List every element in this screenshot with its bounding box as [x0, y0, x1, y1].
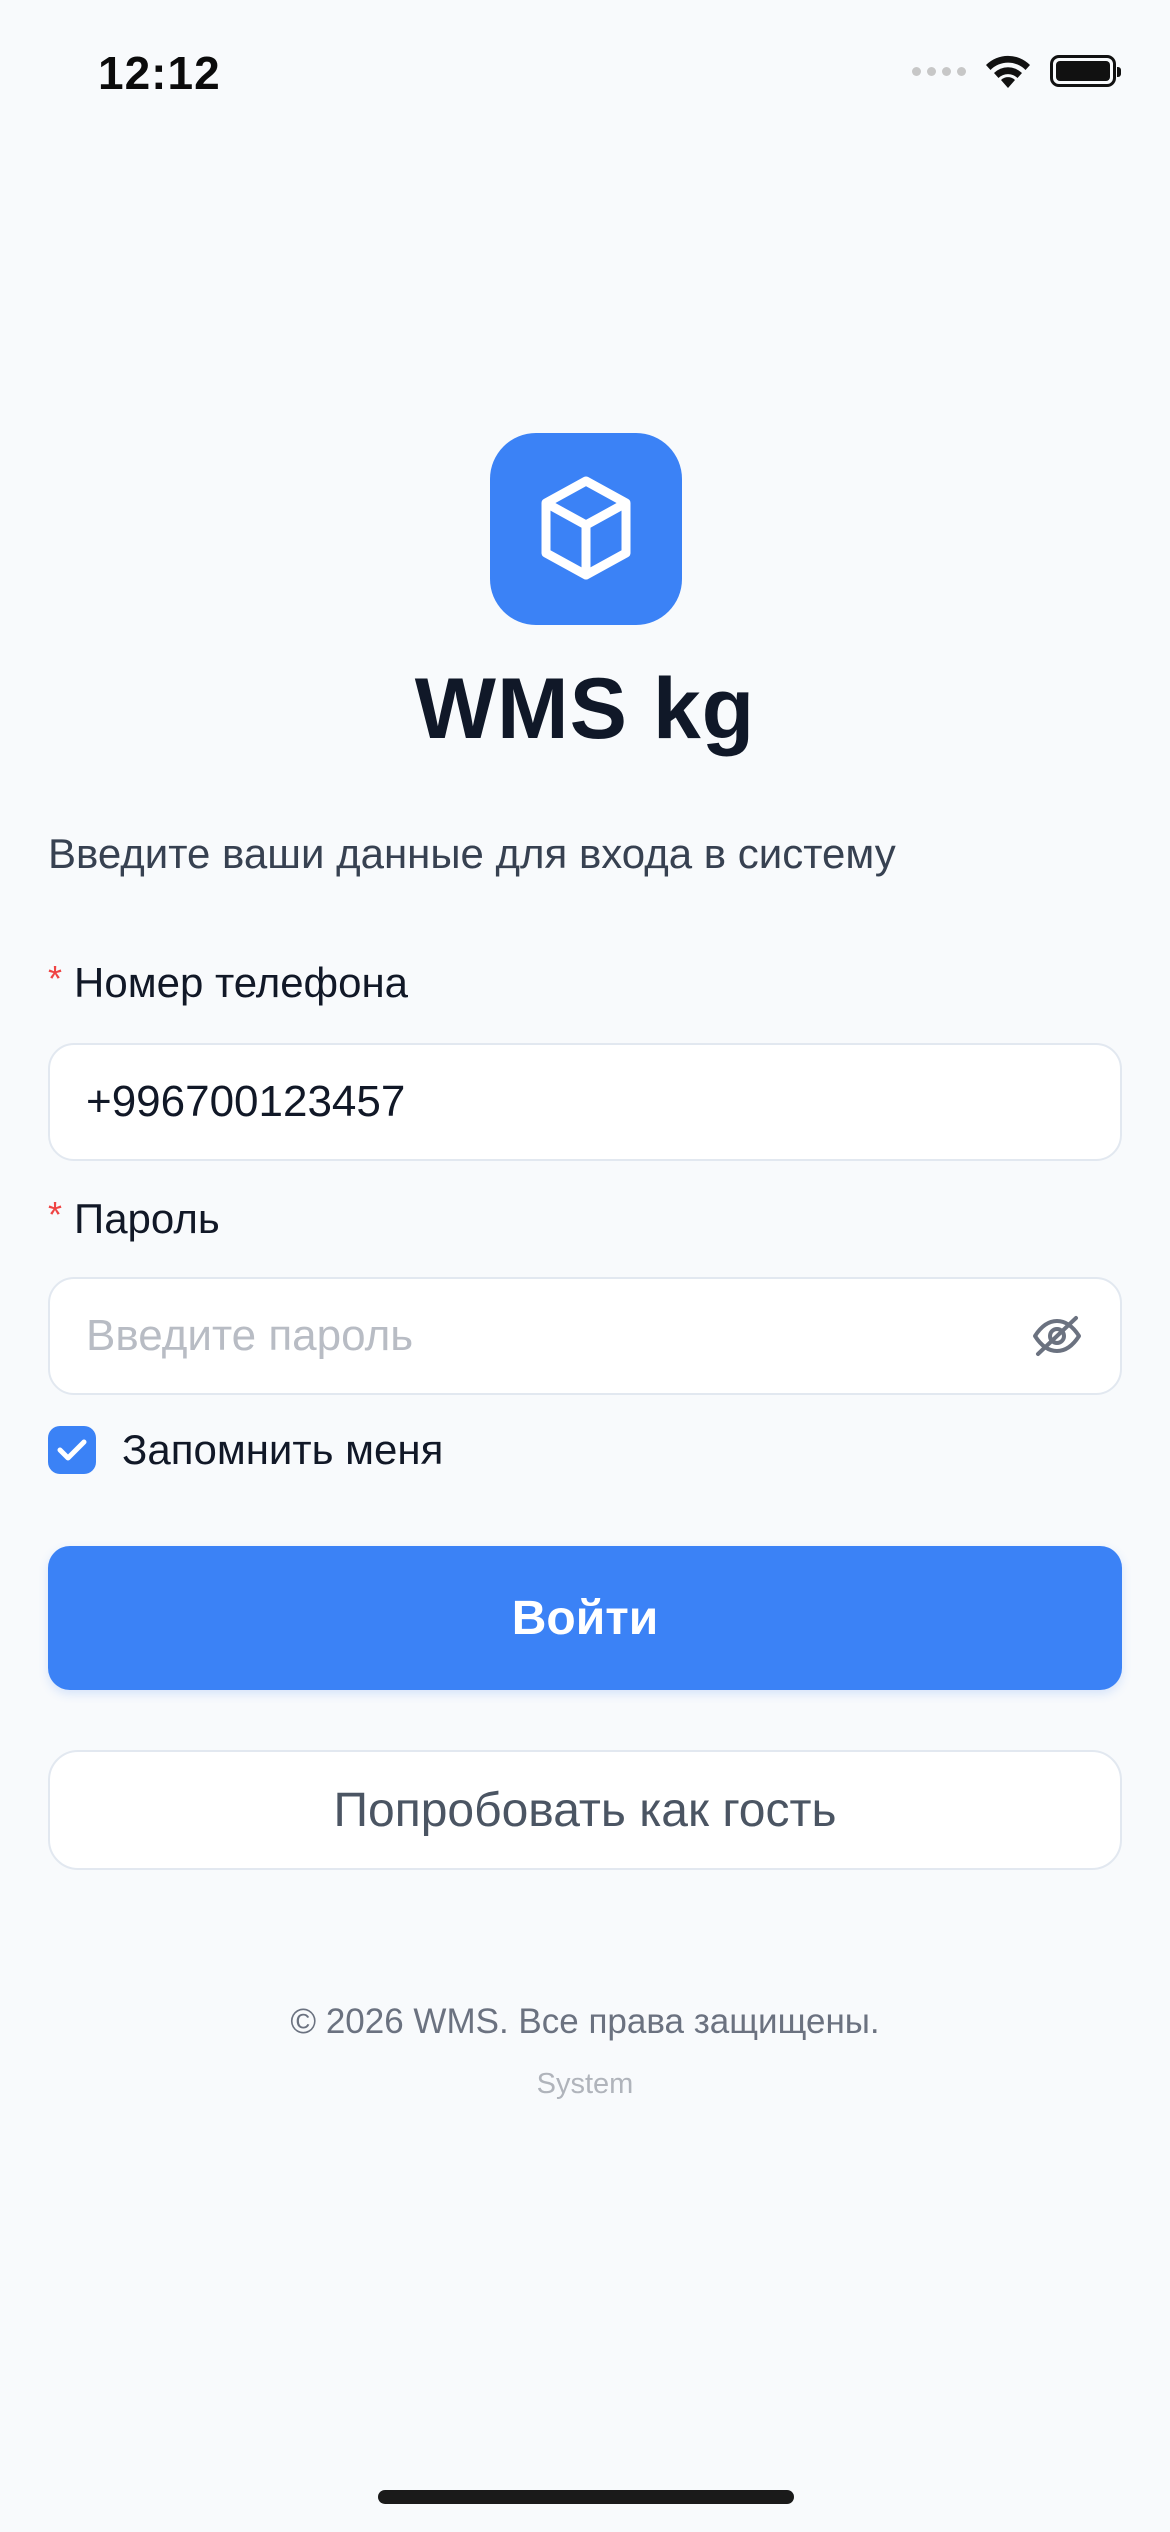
- status-time: 12:12: [98, 47, 221, 99]
- required-mark: *: [48, 958, 63, 999]
- login-subtitle: Введите ваши данные для входа в систему: [48, 830, 896, 877]
- check-icon: [57, 1439, 87, 1461]
- eye-off-icon: [1033, 1316, 1081, 1356]
- phone-input[interactable]: [86, 1077, 1084, 1127]
- password-visibility-toggle[interactable]: [1030, 1309, 1084, 1363]
- app-title: WMS kg: [414, 661, 756, 757]
- home-indicator[interactable]: [378, 2490, 794, 2504]
- remember-checkbox[interactable]: [48, 1426, 96, 1474]
- password-field[interactable]: [48, 1277, 1122, 1395]
- battery-icon: [1050, 55, 1121, 87]
- guest-button[interactable]: Попробовать как гость: [48, 1750, 1122, 1870]
- wifi-icon: [986, 55, 1030, 88]
- remember-label: Запомнить меня: [122, 1426, 444, 1473]
- phone-field[interactable]: [48, 1043, 1122, 1161]
- app-logo: [490, 433, 682, 625]
- required-mark: *: [48, 1194, 63, 1235]
- phone-label: * Номер телефона: [48, 958, 408, 1007]
- login-button[interactable]: Войти: [48, 1546, 1122, 1690]
- remember-me[interactable]: Запомнить меня: [48, 1426, 443, 1474]
- copyright-text: © 2026 WMS. Все права защищены.: [290, 2002, 880, 2041]
- status-icons: [912, 52, 1121, 90]
- cube-icon: [541, 476, 631, 580]
- system-text: System: [536, 2068, 634, 2100]
- password-input[interactable]: [86, 1311, 1030, 1361]
- status-bar: 12:12: [0, 0, 1170, 140]
- password-label-text: Пароль: [74, 1195, 220, 1242]
- signal-dots-icon: [912, 66, 966, 76]
- password-label: * Пароль: [48, 1194, 220, 1243]
- phone-label-text: Номер телефона: [74, 959, 409, 1006]
